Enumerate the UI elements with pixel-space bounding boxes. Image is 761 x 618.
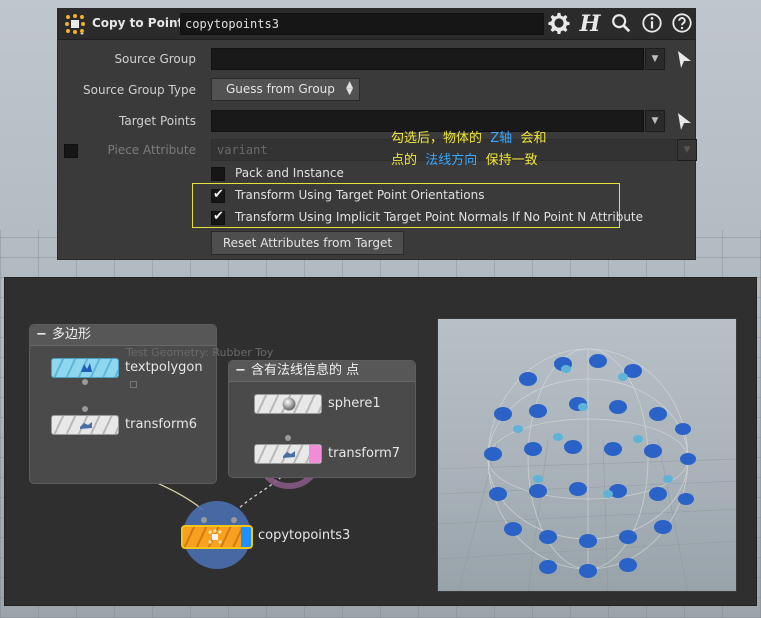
network-panel: − 多边形 Test Geometry: Rubber Toy − 含有法线信息的 …	[4, 277, 757, 606]
node-transform6[interactable]	[51, 415, 119, 435]
input-connector[interactable]	[82, 406, 88, 412]
ghost-label: Test Geometry: Rubber Toy	[126, 346, 274, 359]
collapse-icon[interactable]: −	[235, 361, 246, 381]
target-points-dropdown[interactable]: ▼	[645, 110, 665, 132]
node-copytopoints3[interactable]	[181, 525, 253, 549]
node-label-copytopoints3: copytopoints3	[258, 528, 351, 543]
node-label-sphere1: sphere1	[328, 396, 381, 411]
node-type-label: Copy to Points	[92, 16, 191, 30]
search-icon[interactable]	[609, 12, 633, 36]
display-flag[interactable]	[241, 527, 251, 547]
select-arrow-icon[interactable]	[675, 49, 693, 71]
annotation-highlight-text: 法线方向	[425, 153, 478, 168]
input-connector[interactable]	[285, 435, 291, 441]
annotation-text: 勾选后，物体的	[391, 131, 483, 146]
piece-attribute-label: Piece Attribute	[107, 143, 196, 157]
node-label-transform6: transform6	[125, 417, 198, 432]
transform-normals-checkbox[interactable]	[211, 209, 225, 225]
select-arrow-icon[interactable]	[675, 111, 693, 133]
node-label-transform7: transform7	[328, 446, 401, 461]
annotation-text: 保持一致	[485, 153, 538, 168]
node-name-field[interactable]: copytopoints3	[180, 13, 544, 35]
node-label-textpolygon: textpolygon	[125, 360, 203, 375]
copy-to-points-icon	[208, 529, 222, 544]
pack-and-instance-checkbox[interactable]	[211, 167, 225, 181]
source-group-label: Source Group	[114, 52, 196, 66]
annotation-line-1: 勾选后，物体的 Z轴 会和	[391, 127, 546, 146]
transform-normals-label: Transform Using Implicit Target Point No…	[235, 210, 644, 224]
node-sphere1[interactable]	[254, 394, 322, 414]
input-connector[interactable]	[201, 517, 207, 523]
updown-arrows-icon: ▲ ▼	[346, 80, 353, 97]
viewport-scene	[438, 348, 736, 591]
annotation-text: 会和	[520, 131, 547, 146]
network-box-title: − 多边形	[30, 325, 216, 346]
collapse-icon[interactable]: −	[36, 325, 47, 345]
help-icon[interactable]	[670, 12, 694, 36]
gear-icon[interactable]	[547, 12, 571, 36]
target-points-label: Target Points	[119, 114, 196, 128]
annotation-text: 点的	[391, 153, 418, 168]
node-transform7[interactable]	[254, 444, 322, 464]
network-box-title-text: 多边形	[52, 327, 92, 342]
reset-attributes-button[interactable]: Reset Attributes from Target	[211, 231, 404, 255]
node-textpolygon[interactable]	[51, 358, 119, 378]
source-group-type-value: Guess from Group	[226, 82, 335, 96]
network-box-title-text: 含有法线信息的 点	[251, 363, 360, 378]
network-box-title: − 含有法线信息的 点	[229, 361, 415, 382]
annotation-line-2: 点的 法线方向 保持一致	[391, 149, 538, 168]
transform-icon	[283, 451, 295, 458]
parameter-panel: Copy to Points copytopoints3 H Source Gr…	[57, 8, 697, 260]
input-connector[interactable]	[231, 517, 237, 523]
source-group-type-label: Source Group Type	[83, 83, 196, 97]
info-icon[interactable]	[640, 12, 664, 36]
transform-icon	[80, 422, 92, 429]
polygon-icon	[81, 363, 92, 372]
source-group-type-menu[interactable]: Guess from Group ▲ ▼	[211, 78, 360, 101]
output-connector[interactable]	[82, 379, 88, 385]
scene-viewport[interactable]	[437, 318, 737, 592]
piece-attribute-dropdown[interactable]: ▼	[677, 139, 697, 161]
transform-orient-checkbox[interactable]	[211, 187, 225, 203]
pack-and-instance-label: Pack and Instance	[235, 166, 344, 180]
bypass-flag-icon[interactable]	[130, 381, 137, 388]
sphere-icon	[282, 397, 296, 411]
copy-to-points-node-icon	[65, 14, 85, 35]
transform-orient-label: Transform Using Target Point Orientation…	[235, 188, 485, 202]
parameter-header: Copy to Points copytopoints3 H	[58, 9, 695, 40]
source-group-field[interactable]	[211, 48, 644, 70]
source-group-dropdown[interactable]: ▼	[645, 48, 665, 70]
houdini-help-icon[interactable]: H	[578, 12, 602, 36]
template-flag[interactable]	[309, 445, 321, 463]
annotation-highlight-text: Z轴	[490, 131, 513, 146]
